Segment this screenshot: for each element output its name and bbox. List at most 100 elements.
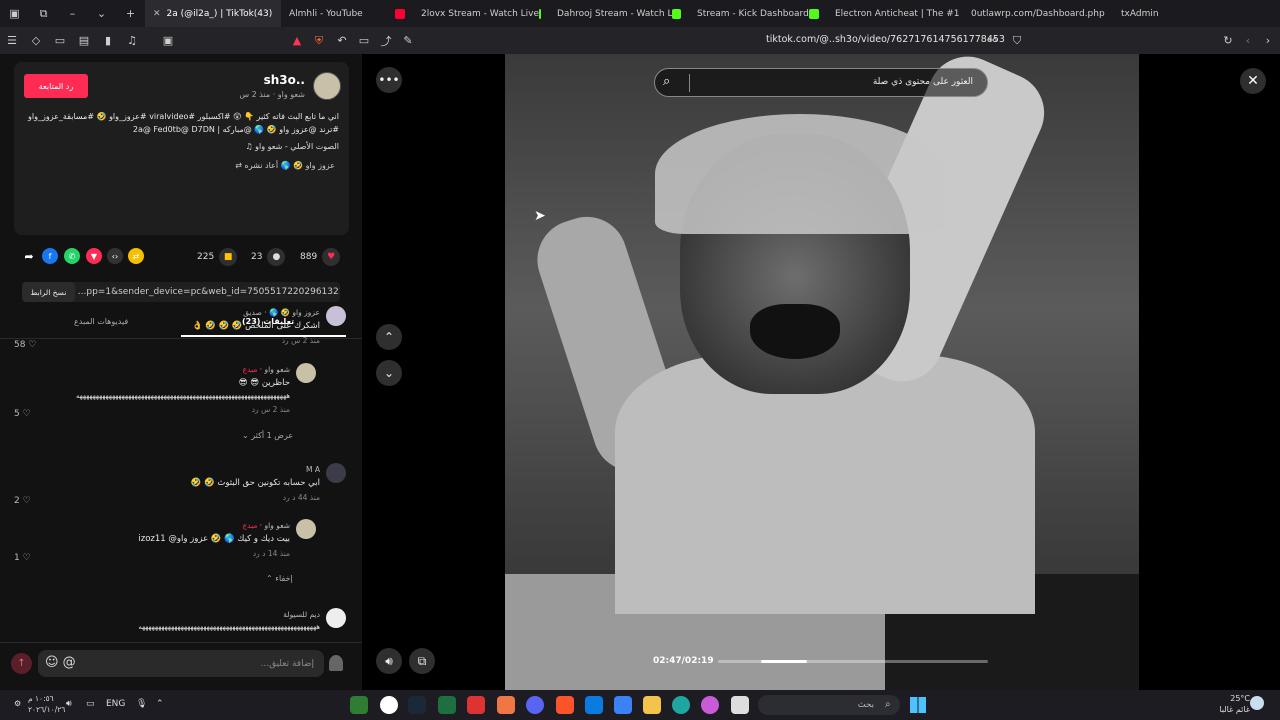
settings-icon[interactable]: ⚙: [14, 699, 21, 708]
share-icon[interactable]: ⤴: [376, 31, 396, 51]
tab-2lovx[interactable]: 2lovx Stream - Watch Live: [413, 0, 549, 27]
app-icon[interactable]: [731, 696, 749, 714]
volume-tray-icon[interactable]: 🔊︎: [66, 699, 72, 709]
share-link[interactable]: ...pp=1&sender_device=pc&web_id=75055172…: [78, 287, 340, 297]
taskbar-search[interactable]: بحث: [758, 695, 900, 715]
comment-like-count[interactable]: 58 ♡: [14, 340, 36, 350]
commenter-avatar[interactable]: [326, 463, 346, 483]
reader-icon[interactable]: ▭: [354, 31, 374, 51]
commenter-name[interactable]: شعو واو · مبدع: [76, 365, 290, 374]
pocket-icon[interactable]: ▼: [86, 248, 102, 264]
microphone-icon[interactable]: 🎙︎: [136, 699, 147, 709]
folder-icon[interactable]: [643, 696, 661, 714]
app-icon[interactable]: [380, 696, 398, 714]
music-link[interactable]: الصوت الأصلي - شعو واو ♫: [245, 142, 339, 151]
commenter-name[interactable]: ديم للسيولة: [138, 610, 320, 619]
tab-outlaw[interactable]: 0utlawrp.com/Dashboard.php: [963, 0, 1113, 27]
author-name[interactable]: sh3o..: [264, 73, 305, 87]
address-bar[interactable]: tiktok.com/@..sh3o/video/762717614756177…: [766, 34, 1005, 45]
share-arrow-icon[interactable]: ➦: [21, 248, 37, 264]
sidebar-icon[interactable]: ▮: [98, 31, 118, 51]
brave-icon[interactable]: [556, 696, 574, 714]
save-button[interactable]: 225 ■: [197, 246, 238, 268]
facebook-icon[interactable]: f: [42, 248, 58, 264]
whatsapp-icon[interactable]: ✆: [64, 248, 80, 264]
show-more-replies[interactable]: عرض 1 أكثر ⌄: [242, 431, 293, 440]
commenter-name[interactable]: M A: [191, 465, 320, 474]
next-video-icon[interactable]: ⌄: [376, 360, 402, 386]
back-action-icon[interactable]: ↶: [332, 31, 352, 51]
store-icon[interactable]: [614, 696, 632, 714]
tab-dahrooj[interactable]: Dahrooj Stream - Watch L: [549, 0, 689, 27]
system-clock[interactable]: ١٠:٥٦ م ٢٠٢٦/١٠/٢٦: [28, 693, 65, 715]
news-icon[interactable]: ▤: [74, 31, 94, 51]
repost-icon[interactable]: ⇄: [128, 248, 144, 264]
related-search-box[interactable]: ⌕ العثور على محتوى ذي صلة: [654, 68, 988, 97]
follow-back-button[interactable]: رد المتابعة: [24, 74, 88, 98]
tab-tiktok[interactable]: ✕ 2a (@il2a_) | TikTok(43): [145, 0, 281, 27]
brave-rewards-icon[interactable]: ▲: [287, 31, 307, 51]
commenter-avatar[interactable]: [296, 519, 316, 539]
close-icon[interactable]: ✕: [153, 9, 161, 19]
excel-icon[interactable]: [438, 696, 456, 714]
commenter-name[interactable]: شعو واو · مبدع: [138, 521, 290, 530]
site-settings-icon[interactable]: ⚯: [982, 31, 1002, 51]
video-player[interactable]: [505, 54, 1139, 690]
like-button[interactable]: 889 ♥: [300, 246, 341, 268]
copy-link-button[interactable]: نسخ الرابط: [22, 282, 75, 302]
edge-icon[interactable]: [672, 696, 690, 714]
comment-like-count[interactable]: 2 ♡: [14, 496, 31, 506]
menu-icon[interactable]: ☰: [2, 31, 22, 51]
comment-meta[interactable]: منذ 2 س رد: [76, 405, 290, 414]
tab-kick-dashboard[interactable]: Stream - Kick Dashboard: [689, 0, 827, 27]
comment-meta[interactable]: منذ 2 س رد: [192, 336, 320, 345]
more-options-icon[interactable]: •••: [376, 67, 402, 93]
new-tab-button[interactable]: +: [116, 0, 145, 27]
tab-list-icon[interactable]: ⌄: [87, 0, 116, 27]
comment-meta[interactable]: منذ 14 د رد: [138, 549, 290, 558]
comment-like-count[interactable]: 5 ♡: [14, 409, 31, 419]
video-progress-bar[interactable]: [718, 660, 988, 663]
close-icon[interactable]: ✕: [1240, 68, 1266, 94]
screenshot-icon[interactable]: ▣: [158, 31, 178, 51]
comment-button[interactable]: 23 ●: [251, 246, 286, 268]
language-indicator[interactable]: ENG: [106, 699, 125, 709]
commenter-name[interactable]: عزوز واو 🤣 🌎 · صديق: [192, 308, 320, 317]
bookmark-icon[interactable]: ⛉: [1007, 31, 1027, 51]
music-icon[interactable]: ♫: [122, 31, 142, 51]
wallet-icon[interactable]: ▭: [50, 31, 70, 51]
back-icon[interactable]: ‹: [1238, 31, 1258, 51]
comment-meta[interactable]: منذ 44 د رد: [191, 493, 320, 502]
discord-icon[interactable]: [526, 696, 544, 714]
commenter-avatar[interactable]: [326, 608, 346, 628]
emoji-mention-icons[interactable]: ☺ @: [45, 655, 76, 670]
network-icon[interactable]: ▭: [86, 699, 95, 709]
comment-like-count[interactable]: 1 ♡: [14, 553, 31, 563]
app-icon[interactable]: [350, 696, 368, 714]
search-icon[interactable]: ⌕: [663, 74, 670, 89]
commenter-avatar[interactable]: [326, 306, 346, 326]
tab-creator-videos[interactable]: فيديوهات المبدع: [74, 317, 128, 326]
steam-icon[interactable]: [408, 696, 426, 714]
comment-input[interactable]: إضافة تعليق...: [38, 650, 324, 677]
shield-icon[interactable]: ◇: [26, 31, 46, 51]
hide-replies[interactable]: إخفاء ⌃: [266, 574, 293, 583]
app-icon[interactable]: [497, 696, 515, 714]
windows-start-icon[interactable]: [910, 697, 926, 713]
user-avatar-icon[interactable]: [329, 655, 343, 671]
app-icon[interactable]: [585, 696, 603, 714]
copilot-icon[interactable]: [701, 696, 719, 714]
window-icon[interactable]: ▣: [0, 0, 29, 27]
embed-icon[interactable]: ‹›: [107, 248, 123, 264]
forward-icon[interactable]: ›: [1258, 31, 1278, 51]
tab-txadmin[interactable]: txAdmin: [1113, 0, 1173, 27]
tab-actions-icon[interactable]: ⧉: [29, 0, 58, 27]
commenter-avatar[interactable]: [296, 363, 316, 383]
author-avatar[interactable]: [313, 72, 341, 100]
tab-youtube[interactable]: Almhli - YouTube: [281, 0, 413, 27]
translate-icon[interactable]: ✎: [398, 31, 418, 51]
reload-icon[interactable]: ↻: [1218, 31, 1238, 51]
minimize-icon[interactable]: –: [58, 0, 87, 27]
weather-widget[interactable]: 25°C غائم غالبا: [1214, 693, 1250, 715]
tray-expand-icon[interactable]: ⌃: [156, 699, 164, 709]
